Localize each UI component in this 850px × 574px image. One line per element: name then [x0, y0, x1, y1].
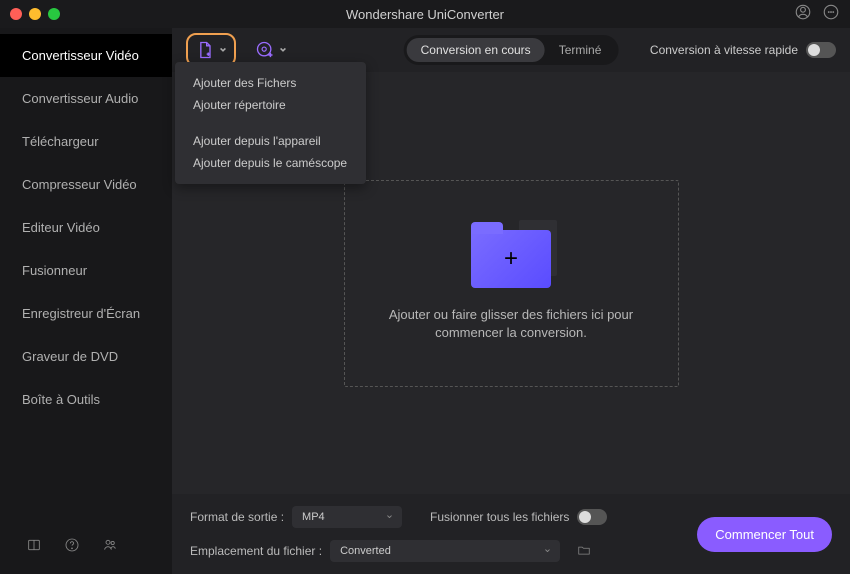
- high-speed-label: Conversion à vitesse rapide: [650, 43, 798, 57]
- start-all-button[interactable]: Commencer Tout: [697, 517, 832, 552]
- status-tabs: Conversion en cours Terminé: [404, 35, 619, 65]
- file-dropzone[interactable]: + Ajouter ou faire glisser des fichiers …: [344, 180, 679, 387]
- plus-icon: +: [504, 245, 518, 273]
- add-document-icon: [195, 40, 215, 60]
- file-location-select[interactable]: Converted: [330, 540, 560, 562]
- sidebar-item-merger[interactable]: Fusionneur: [0, 249, 172, 292]
- folder-icon: +: [471, 224, 551, 288]
- output-format-select[interactable]: MP4: [292, 506, 402, 528]
- help-icon[interactable]: [64, 537, 80, 558]
- tab-finished[interactable]: Terminé: [545, 38, 616, 62]
- output-format-label: Format de sortie :: [190, 510, 284, 524]
- community-icon[interactable]: [102, 537, 118, 558]
- sidebar-item-screen-recorder[interactable]: Enregistreur d'Écran: [0, 292, 172, 335]
- merge-files-toggle[interactable]: [577, 509, 607, 525]
- sidebar: Convertisseur Vidéo Convertisseur Audio …: [0, 28, 172, 574]
- sidebar-item-toolbox[interactable]: Boîte à Outils: [0, 378, 172, 421]
- dropzone-text: Ajouter ou faire glisser des fichiers ic…: [345, 306, 678, 342]
- high-speed-toggle[interactable]: [806, 42, 836, 58]
- sidebar-item-dvd-burner[interactable]: Graveur de DVD: [0, 335, 172, 378]
- sidebar-item-video-converter[interactable]: Convertisseur Vidéo: [0, 34, 172, 77]
- menu-add-from-device[interactable]: Ajouter depuis l'appareil: [175, 130, 366, 152]
- menu-add-from-camcorder[interactable]: Ajouter depuis le caméscope: [175, 152, 366, 174]
- chevron-down-icon: [279, 46, 287, 54]
- disc-add-icon: [255, 40, 275, 60]
- account-icon[interactable]: [794, 3, 812, 26]
- menu-add-files[interactable]: Ajouter des Fichers: [175, 72, 366, 94]
- close-window[interactable]: [10, 8, 22, 20]
- add-from-device-button[interactable]: [248, 35, 294, 65]
- sidebar-item-audio-converter[interactable]: Convertisseur Audio: [0, 77, 172, 120]
- feedback-icon[interactable]: [822, 3, 840, 26]
- add-file-dropdown: Ajouter des Fichers Ajouter répertoire A…: [175, 62, 366, 184]
- menu-add-folder[interactable]: Ajouter répertoire: [175, 94, 366, 116]
- bottom-bar: Format de sortie : MP4 Fusionner tous le…: [172, 494, 850, 574]
- file-location-label: Emplacement du fichier :: [190, 544, 322, 558]
- titlebar: Wondershare UniConverter: [0, 0, 850, 28]
- sidebar-item-video-editor[interactable]: Editeur Vidéo: [0, 206, 172, 249]
- minimize-window[interactable]: [29, 8, 41, 20]
- sidebar-item-video-compressor[interactable]: Compresseur Vidéo: [0, 163, 172, 206]
- app-title: Wondershare UniConverter: [10, 7, 840, 22]
- guide-icon[interactable]: [26, 537, 42, 558]
- merge-files-label: Fusionner tous les fichiers: [430, 510, 569, 524]
- chevron-down-icon: [219, 46, 227, 54]
- tab-in-progress[interactable]: Conversion en cours: [407, 38, 545, 62]
- open-folder-button[interactable]: [576, 543, 592, 560]
- maximize-window[interactable]: [48, 8, 60, 20]
- window-controls: [10, 8, 60, 20]
- sidebar-item-downloader[interactable]: Téléchargeur: [0, 120, 172, 163]
